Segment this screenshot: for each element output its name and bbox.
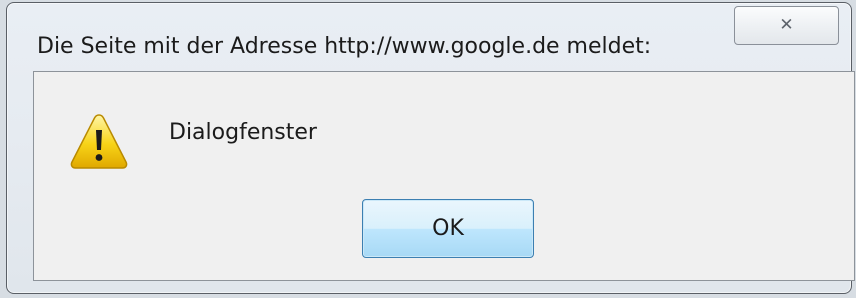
close-icon: ✕ (779, 15, 794, 35)
ok-button[interactable]: OK (362, 199, 534, 258)
dialog-message: Dialogfenster (169, 120, 317, 145)
dialog-window: Die Seite mit der Adresse http://www.goo… (6, 2, 855, 294)
warning-icon (70, 114, 128, 169)
close-button[interactable]: ✕ (734, 6, 839, 45)
dialog-content: Dialogfenster OK (33, 71, 855, 281)
dialog-title: Die Seite mit der Adresse http://www.goo… (37, 34, 652, 59)
title-bar[interactable]: Die Seite mit der Adresse http://www.goo… (7, 3, 851, 71)
